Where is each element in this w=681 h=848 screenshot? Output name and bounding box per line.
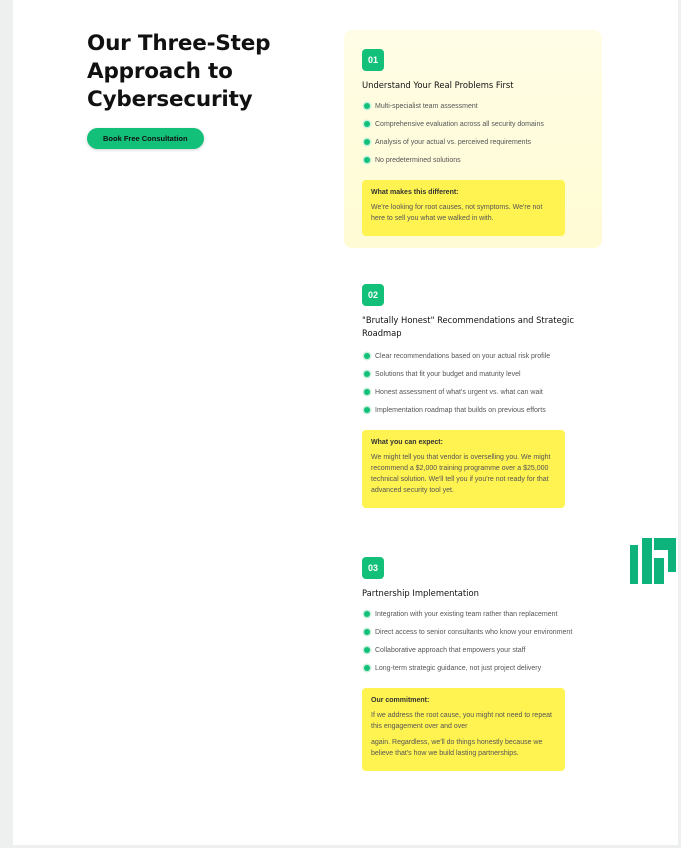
check-bullet-icon [364, 389, 370, 395]
step-number-badge: 02 [362, 284, 384, 306]
list-item: Analysis of your actual vs. perceived re… [364, 133, 594, 151]
step-title: Understand Your Real Problems First [362, 80, 514, 90]
list-item: Collaborative approach that empowers you… [364, 641, 594, 659]
list-item: Comprehensive evaluation across all secu… [364, 115, 594, 133]
list-item: Solutions that fit your budget and matur… [364, 365, 594, 383]
note-title: Our commitment: [371, 697, 430, 704]
list-item: Multi-specialist team assessment [364, 97, 594, 115]
highlight-note: What makes this different: We're looking… [362, 180, 565, 236]
check-bullet-icon [364, 665, 370, 671]
check-bullet-icon [364, 353, 370, 359]
check-bullet-icon [364, 103, 370, 109]
check-bullet-icon [364, 157, 370, 163]
step-number-badge: 01 [362, 49, 384, 71]
list-item: Integration with your existing team rath… [364, 605, 594, 623]
check-bullet-icon [364, 121, 370, 127]
list-item: Clear recommendations based on your actu… [364, 347, 594, 365]
list-item: Direct access to senior consultants who … [364, 623, 594, 641]
step-number-badge: 03 [362, 557, 384, 579]
note-body: If we address the root cause, you might … [371, 712, 552, 757]
check-bullet-icon [364, 647, 370, 653]
step-card-1: 01 Understand Your Real Problems First M… [344, 30, 602, 248]
book-consultation-button[interactable]: Book Free Consultation [87, 128, 204, 149]
highlight-note: Our commitment: If we address the root c… [362, 688, 565, 771]
step-bullet-list: Integration with your existing team rath… [364, 605, 594, 677]
hero-column: Our Three-Step Approach to Cybersecurity… [87, 30, 307, 149]
brand-logo-icon[interactable] [630, 538, 676, 584]
check-bullet-icon [364, 371, 370, 377]
step-card-3: 03 Partnership Implementation Integratio… [344, 550, 602, 780]
note-title: What you can expect: [371, 439, 443, 446]
list-item: Implementation roadmap that builds on pr… [364, 401, 594, 419]
list-item: Long-term strategic guidance, not just p… [364, 659, 594, 677]
step-bullet-list: Multi-specialist team assessment Compreh… [364, 97, 594, 169]
highlight-note: What you can expect: We might tell you t… [362, 430, 565, 508]
list-item: Honest assessment of what's urgent vs. w… [364, 383, 594, 401]
page-content: Our Three-Step Approach to Cybersecurity… [13, 0, 678, 845]
list-item: No predetermined solutions [364, 151, 594, 169]
check-bullet-icon [364, 407, 370, 413]
note-body: We're looking for root causes, not sympt… [371, 204, 543, 222]
step-title: "Brutally Honest" Recommendations and St… [362, 315, 574, 338]
step-card-2: 02 "Brutally Honest" Recommendations and… [344, 275, 602, 515]
check-bullet-icon [364, 611, 370, 617]
check-bullet-icon [364, 139, 370, 145]
step-bullet-list: Clear recommendations based on your actu… [364, 347, 594, 419]
step-title: Partnership Implementation [362, 588, 479, 598]
page-title: Our Three-Step Approach to Cybersecurity [87, 31, 271, 112]
note-title: What makes this different: [371, 189, 459, 196]
note-body: We might tell you that vendor is oversel… [371, 454, 551, 494]
check-bullet-icon [364, 629, 370, 635]
